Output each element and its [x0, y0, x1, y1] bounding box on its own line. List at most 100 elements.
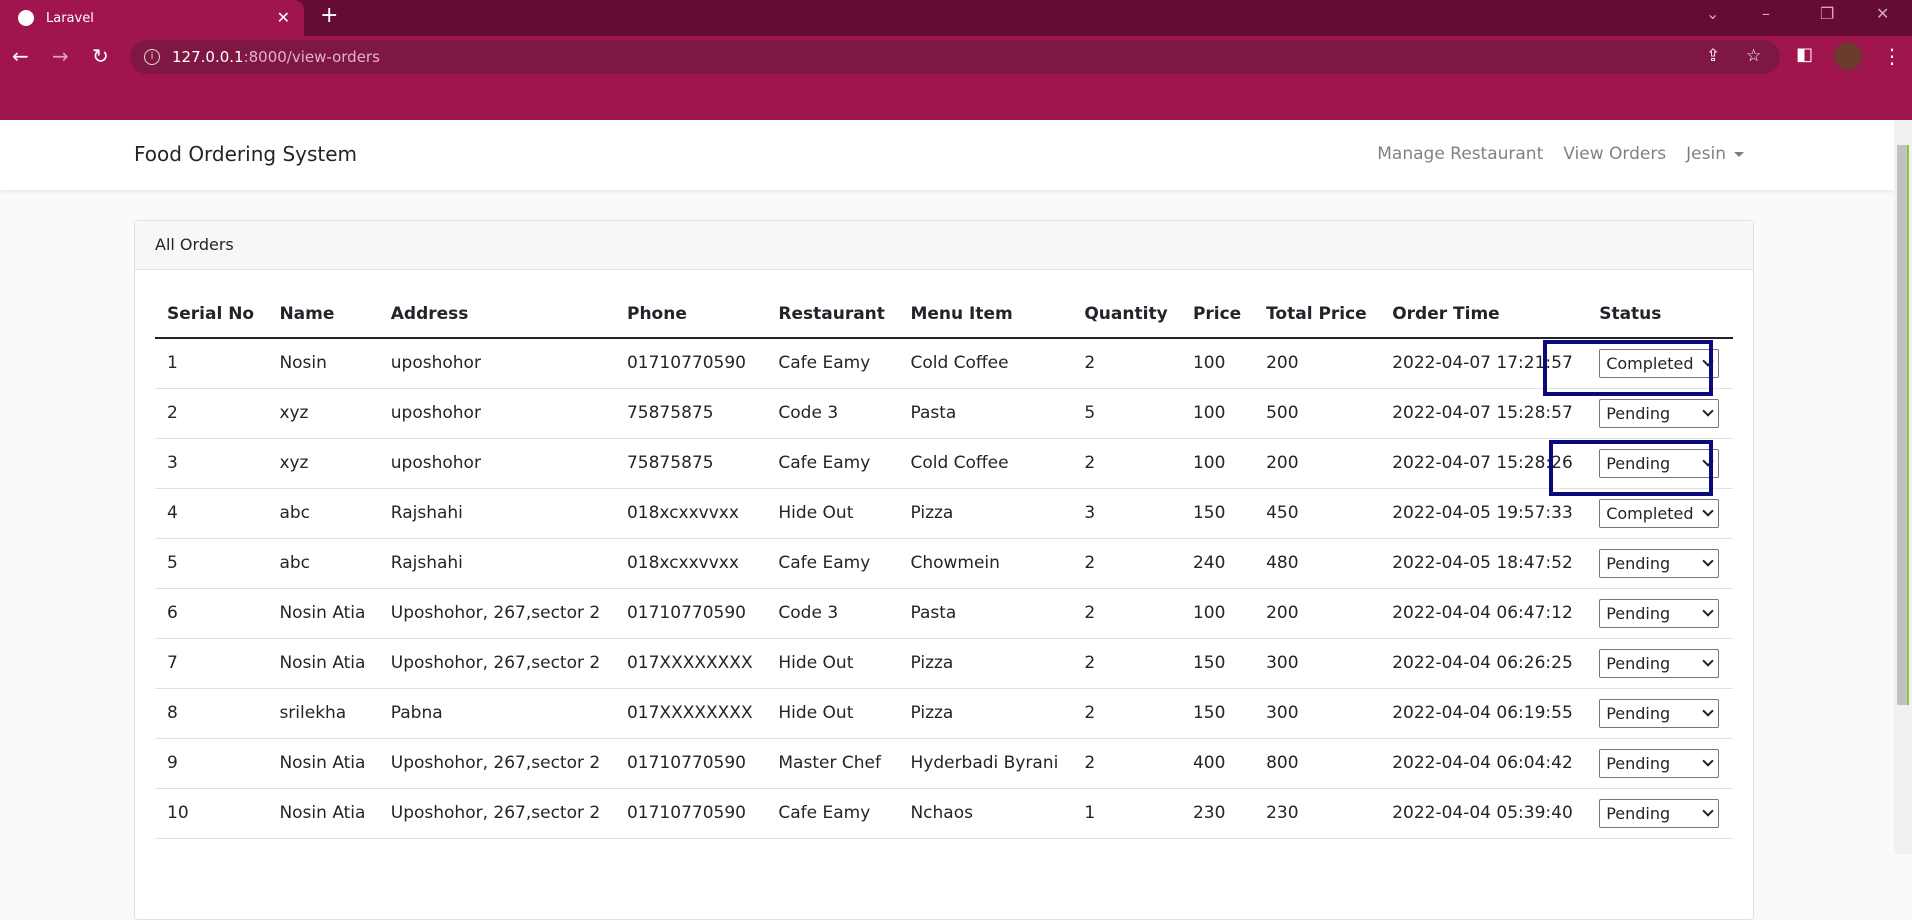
status-select[interactable]: Pending	[1599, 548, 1720, 578]
table-cell: Cafe Eamy	[766, 438, 899, 489]
status-cell: Pending	[1587, 538, 1733, 589]
table-row: 3 xyz uposhohor 75875875 Cafe Eamy Cold Coffe…	[155, 438, 1733, 489]
tab-search-icon[interactable]: ⌄	[1706, 4, 1719, 23]
orders-table: Serial No Name Address Phone Restaurant Menu …	[155, 291, 1733, 839]
app-navbar: Food Ordering System Manage Restaurant V…	[0, 120, 1894, 190]
minimize-icon[interactable]: –	[1762, 4, 1770, 23]
highlight-box	[1543, 340, 1713, 396]
address-bar[interactable]: i 127.0.0.1:8000/view-orders ⇪ ☆	[130, 40, 1780, 74]
table-cell: Pasta	[898, 388, 1073, 439]
table-cell: Code 3	[766, 388, 899, 439]
status-select[interactable]: Completed	[1599, 498, 1720, 528]
restore-icon[interactable]: ❐	[1820, 4, 1834, 23]
table-cell: Master Chef	[766, 738, 899, 789]
scrollbar-thumb[interactable]	[1897, 145, 1909, 705]
table-cell: 75875875	[614, 438, 767, 489]
chevron-down-icon	[1702, 655, 1714, 667]
status-value: Completed	[1606, 503, 1694, 523]
side-panel-icon[interactable]: ◧	[1796, 44, 1813, 65]
chevron-down-icon	[1702, 805, 1714, 817]
table-cell: 400	[1180, 738, 1255, 789]
back-icon[interactable]: ←	[12, 44, 29, 68]
highlight-box	[1549, 440, 1713, 496]
share-icon[interactable]: ⇪	[1706, 46, 1720, 66]
table-cell: 2	[1072, 688, 1181, 739]
status-select[interactable]: Pending	[1599, 398, 1720, 428]
table-cell: 100	[1180, 338, 1255, 389]
status-select[interactable]: Pending	[1599, 648, 1720, 678]
table-cell: 230	[1180, 788, 1255, 839]
table-cell: uposhohor	[378, 388, 615, 439]
table-cell: 75875875	[614, 388, 767, 439]
table-row: 6 Nosin Atia Uposhohor, 267,sector 2 017107…	[155, 588, 1733, 639]
table-cell: 4	[155, 488, 268, 539]
browser-tab[interactable]: Laravel ✕	[0, 0, 304, 36]
status-select[interactable]: Pending	[1599, 748, 1720, 778]
column-header: Menu Item	[898, 291, 1073, 339]
table-cell: 01710770590	[614, 588, 767, 639]
table-cell: 2022-04-04 06:04:42	[1380, 738, 1588, 789]
bookmark-star-icon[interactable]: ☆	[1746, 46, 1761, 66]
table-cell: uposhohor	[378, 338, 615, 389]
brand[interactable]: Food Ordering System	[134, 142, 357, 166]
info-icon[interactable]: i	[144, 49, 160, 65]
table-cell: 2022-04-04 06:47:12	[1380, 588, 1588, 639]
status-select[interactable]: Pending	[1599, 598, 1720, 628]
profile-avatar[interactable]	[1834, 42, 1862, 70]
forward-icon[interactable]: →	[52, 44, 69, 68]
reload-icon[interactable]: ↻	[92, 44, 109, 68]
browser-toolbar: ← → ↻ i 127.0.0.1:8000/view-orders ⇪ ☆ ◧…	[0, 36, 1912, 120]
close-window-icon[interactable]: ✕	[1876, 4, 1889, 23]
table-cell: 01710770590	[614, 738, 767, 789]
table-cell: abc	[267, 488, 379, 539]
table-cell: Code 3	[766, 588, 899, 639]
table-cell: 230	[1254, 788, 1381, 839]
table-row: 5 abc Rajshahi 018xcxxvvxx Cafe Eamy Chowmein…	[155, 538, 1733, 589]
table-cell: Pabna	[378, 688, 615, 739]
table-cell: 01710770590	[614, 788, 767, 839]
user-dropdown[interactable]: Jesin	[1686, 144, 1744, 164]
table-cell: Nosin Atia	[267, 588, 379, 639]
new-tab-icon[interactable]: +	[320, 3, 338, 28]
table-cell: Hide Out	[766, 488, 899, 539]
table-cell: 2	[1072, 338, 1181, 389]
table-cell: 480	[1254, 538, 1381, 589]
chevron-down-icon	[1702, 755, 1714, 767]
status-value: Pending	[1606, 803, 1671, 823]
table-cell: 200	[1254, 438, 1381, 489]
status-select[interactable]: Pending	[1599, 798, 1720, 828]
table-cell: 2022-04-04 05:39:40	[1380, 788, 1588, 839]
table-row: 1 Nosin uposhohor 01710770590 Cafe Eamy Cold …	[155, 338, 1733, 389]
table-cell: 300	[1254, 688, 1381, 739]
table-cell: Pizza	[898, 688, 1073, 739]
table-cell: Uposhohor, 267,sector 2	[378, 638, 615, 689]
table-cell: Pizza	[898, 638, 1073, 689]
table-row: 10 Nosin Atia Uposhohor, 267,sector 2 01710…	[155, 788, 1733, 839]
nav-manage-restaurant[interactable]: Manage Restaurant	[1377, 144, 1543, 164]
table-cell: 2	[155, 388, 268, 439]
table-cell: 017XXXXXXXX	[614, 638, 767, 689]
status-select[interactable]: Pending	[1599, 698, 1720, 728]
table-cell: Uposhohor, 267,sector 2	[378, 788, 615, 839]
column-header: Serial No	[155, 291, 268, 339]
table-cell: xyz	[267, 438, 379, 489]
table-cell: 7	[155, 638, 268, 689]
table-row: 9 Nosin Atia Uposhohor, 267,sector 2 017107…	[155, 738, 1733, 789]
status-value: Pending	[1606, 603, 1671, 623]
table-cell: 2	[1072, 538, 1181, 589]
table-cell: 01710770590	[614, 338, 767, 389]
orders-card: All Orders Serial No Name Address Phone Rest…	[134, 220, 1754, 920]
nav-view-orders[interactable]: View Orders	[1563, 144, 1666, 164]
status-value: Pending	[1606, 753, 1671, 773]
user-name: Jesin	[1686, 144, 1726, 164]
table-cell: Pizza	[898, 488, 1073, 539]
status-cell: Pending	[1587, 788, 1733, 839]
chevron-down-icon	[1702, 555, 1714, 567]
menu-icon[interactable]: ⋮	[1882, 44, 1902, 68]
close-tab-icon[interactable]: ✕	[277, 8, 290, 27]
column-header: Name	[267, 291, 379, 339]
table-cell: 2	[1072, 588, 1181, 639]
table-cell: 018xcxxvvxx	[614, 488, 767, 539]
status-value: Pending	[1606, 553, 1671, 573]
column-header: Total Price	[1254, 291, 1381, 339]
